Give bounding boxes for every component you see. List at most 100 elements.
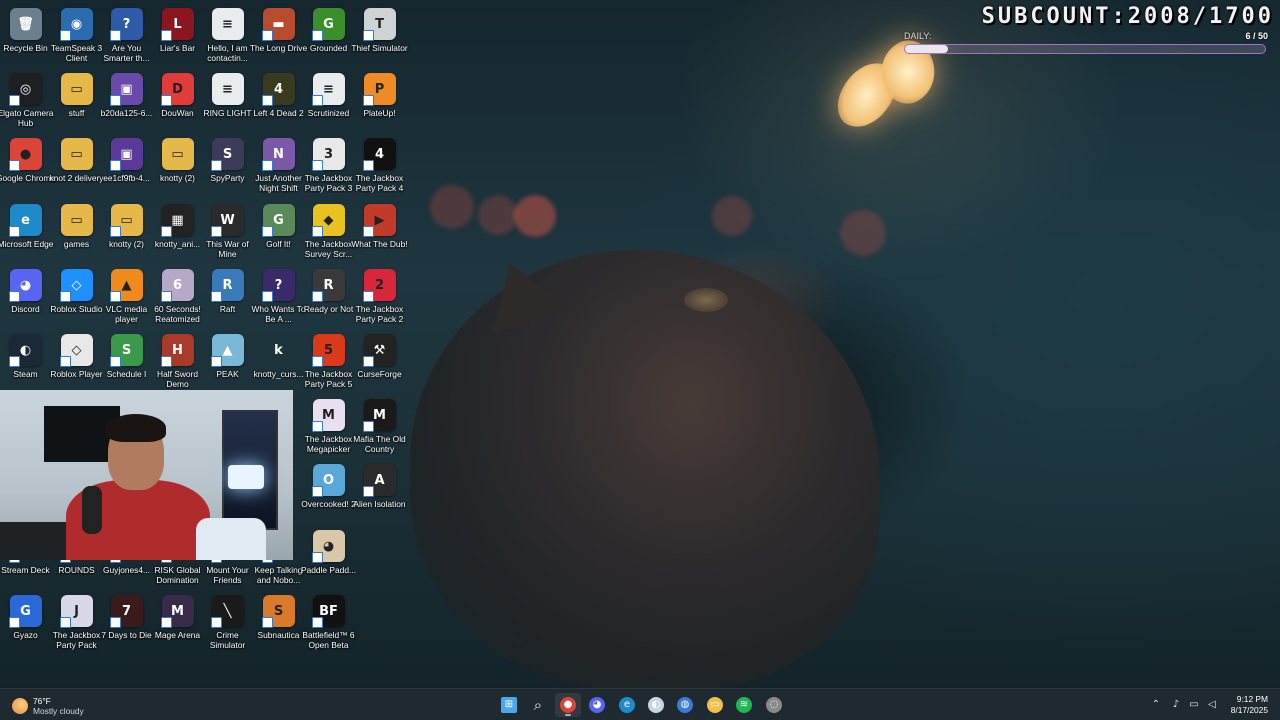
desktop-icon[interactable]: ▲ VLC media player bbox=[101, 265, 152, 329]
search-button[interactable]: ⌕ bbox=[525, 693, 551, 717]
spotify-taskbar[interactable]: ≋ bbox=[731, 693, 757, 717]
app-icon: G bbox=[261, 204, 295, 237]
app-icon: D bbox=[160, 73, 194, 106]
desktop-icon[interactable]: ≡ Scrutinized bbox=[303, 69, 354, 133]
chrome-taskbar[interactable]: ● bbox=[555, 693, 581, 717]
desktop-icon[interactable]: ▭ knotty (2) bbox=[152, 134, 203, 198]
app-icon: BF bbox=[311, 595, 345, 628]
desktop-icon[interactable]: L Liar's Bar bbox=[152, 4, 203, 68]
bokeh-light bbox=[478, 195, 518, 235]
weather-widget[interactable]: 76°F Mostly cloudy bbox=[12, 693, 84, 719]
start-button[interactable]: ⊞ bbox=[496, 693, 522, 717]
desktop-icon[interactable]: N Just Another Night Shift bbox=[253, 134, 304, 198]
desktop-icon[interactable]: e Microsoft Edge bbox=[0, 200, 53, 264]
app-taskbar[interactable]: ◍ bbox=[672, 693, 698, 717]
desktop-icon[interactable]: ▭ knotty (2) bbox=[101, 200, 152, 264]
weather-condition: Mostly cloudy bbox=[33, 706, 84, 716]
microphone-icon[interactable]: ♪ bbox=[1170, 699, 1182, 711]
desktop-icon[interactable]: ▦ knotty_ani... bbox=[152, 200, 203, 264]
app-icon: ◕ bbox=[8, 269, 42, 302]
steam-taskbar[interactable]: ◐ bbox=[643, 693, 669, 717]
desktop-icon[interactable]: ≡ Hello, I am contactin... bbox=[202, 4, 253, 68]
app-icon: 6 bbox=[160, 269, 194, 302]
desktop-icon[interactable]: S Schedule I bbox=[101, 330, 152, 394]
desktop-icon[interactable]: P PlateUp! bbox=[354, 69, 405, 133]
desktop-icon[interactable]: BF Battlefield™ 6 Open Beta bbox=[302, 591, 355, 655]
desktop-icon[interactable]: ▣ ee1cf9fb-4... bbox=[101, 134, 152, 198]
desktop-icon[interactable]: 4 The Jackbox Party Pack 4 bbox=[354, 134, 405, 198]
volume-icon[interactable]: ◁ bbox=[1206, 699, 1218, 711]
bokeh-light bbox=[840, 210, 886, 256]
desktop-icon[interactable]: M Mafia The Old Country bbox=[353, 395, 406, 459]
desktop-icon[interactable]: R Ready or Not bbox=[303, 265, 354, 329]
desktop-icon[interactable]: H Half Sword Demo bbox=[152, 330, 203, 394]
file-explorer-taskbar[interactable]: ▭ bbox=[702, 693, 728, 717]
discord-taskbar[interactable]: ◕ bbox=[584, 693, 610, 717]
desktop-icon[interactable]: S SpyParty bbox=[202, 134, 253, 198]
desktop-icon[interactable]: G Gyazo bbox=[0, 591, 51, 655]
desktop-icon[interactable]: 2 The Jackbox Party Pack 2 bbox=[354, 265, 405, 329]
desktop-icon[interactable]: ? Who Wants To Be A ... bbox=[252, 265, 306, 329]
desktop-icon[interactable]: 5 The Jackbox Party Pack 5 bbox=[303, 330, 354, 394]
app-icon: ▦ bbox=[160, 204, 194, 237]
desktop-icon[interactable]: M The Jackbox Megapicker bbox=[303, 395, 354, 459]
desktop-icon[interactable]: ⚒ CurseForge bbox=[354, 330, 405, 394]
desktop-icon[interactable]: G Grounded bbox=[303, 4, 354, 68]
weather-icon bbox=[12, 698, 28, 714]
desktop-icon[interactable]: k knotty_curs... bbox=[253, 330, 304, 394]
desktop-icon[interactable]: D DouWan bbox=[152, 69, 203, 133]
desktop-icon[interactable]: 3 The Jackbox Party Pack 3 bbox=[303, 134, 354, 198]
desktop-icon[interactable]: 4 Left 4 Dead 2 bbox=[253, 69, 304, 133]
icon-label: Battlefield™ 6 Open Beta bbox=[302, 630, 355, 650]
desktop-icon[interactable]: 🗑 Recycle Bin bbox=[0, 4, 51, 68]
clock-date: 8/17/2025 bbox=[1230, 705, 1268, 715]
desktop-icon[interactable]: T Thief Simulator bbox=[351, 4, 408, 68]
wallpaper-cat bbox=[410, 250, 880, 688]
desktop-icon[interactable]: ◇ Roblox Player bbox=[50, 330, 103, 394]
desktop-icon[interactable]: ▭ stuff bbox=[51, 69, 102, 133]
desktop-icon[interactable]: 6 60 Seconds! Reatomized bbox=[152, 265, 203, 329]
desktop-icon[interactable]: J The Jackbox Party Pack bbox=[51, 591, 102, 655]
desktop-icon[interactable]: ● Google Chrome bbox=[0, 134, 55, 198]
desktop-icon[interactable]: ▶ What The Dub! bbox=[351, 200, 408, 264]
file-explorer-icon: ▭ bbox=[707, 697, 723, 713]
desktop-icon[interactable]: ◇ Roblox Studio bbox=[50, 265, 103, 329]
app-icon: ◕ bbox=[311, 530, 345, 563]
clock[interactable]: 9:12 PM 8/17/2025 bbox=[1231, 694, 1268, 716]
desktop-icon[interactable]: ◆ The Jackbox Survey Scr... bbox=[303, 200, 354, 264]
obs-taskbar[interactable]: ◌ bbox=[761, 693, 787, 717]
desktop-icon[interactable]: W This War of Mine bbox=[202, 200, 253, 264]
app-icon: ◇ bbox=[59, 269, 93, 302]
icon-label: What The Dub! bbox=[351, 239, 408, 249]
chevron-up-icon[interactable]: ⌃ bbox=[1150, 699, 1162, 711]
desktop-icon[interactable]: 77 Days to Die bbox=[101, 591, 152, 655]
desktop-icon[interactable]: ▣ b20da125-6... bbox=[101, 69, 152, 133]
daily-progress-fill bbox=[905, 45, 949, 53]
desktop-icon[interactable]: ◎ Elgato Camera Hub bbox=[0, 69, 53, 133]
edge-taskbar[interactable]: e bbox=[614, 693, 640, 717]
desktop-icon[interactable]: ? Are You Smarter th... bbox=[101, 4, 152, 68]
webcam-light bbox=[228, 465, 264, 489]
desktop-icon[interactable]: M Mage Arena bbox=[152, 591, 203, 655]
network-icon[interactable]: ▭ bbox=[1188, 699, 1200, 711]
desktop-icon[interactable]: ▬ The Long Drive bbox=[250, 4, 307, 68]
desktop-icon[interactable]: ◉ TeamSpeak 3 Client bbox=[51, 4, 102, 68]
app-icon: ● bbox=[8, 138, 42, 171]
desktop-icon[interactable]: ▭ knot 2 delivery bbox=[50, 134, 104, 198]
desktop-icon[interactable]: ╲ Crime Simulator bbox=[202, 591, 253, 655]
app-icon: ≡ bbox=[211, 8, 244, 40]
desktop-icon[interactable]: O Overcooked! 2 bbox=[301, 460, 356, 524]
desktop-icon[interactable]: ▭ games bbox=[51, 200, 102, 264]
desktop-icon[interactable]: ≡ RING LIGHT bbox=[202, 69, 253, 133]
app-icon: ▭ bbox=[60, 138, 93, 170]
desktop-icon[interactable]: R Raft bbox=[202, 265, 253, 329]
desktop-icon[interactable]: ▲ PEAK bbox=[202, 330, 253, 394]
desktop-icon[interactable]: A Alien Isolation bbox=[353, 460, 406, 524]
app-icon: 3 bbox=[311, 138, 345, 171]
desktop-icon[interactable]: ◕ Discord bbox=[0, 265, 51, 329]
desktop-icon[interactable]: G Golf It! bbox=[253, 200, 304, 264]
desktop-icon[interactable]: ◐ Steam bbox=[0, 330, 51, 394]
desktop-icon[interactable]: S Subnautica bbox=[253, 591, 304, 655]
app-icon: S bbox=[261, 595, 295, 628]
desktop-icon[interactable]: ◕ Paddle Padd... bbox=[301, 526, 356, 590]
